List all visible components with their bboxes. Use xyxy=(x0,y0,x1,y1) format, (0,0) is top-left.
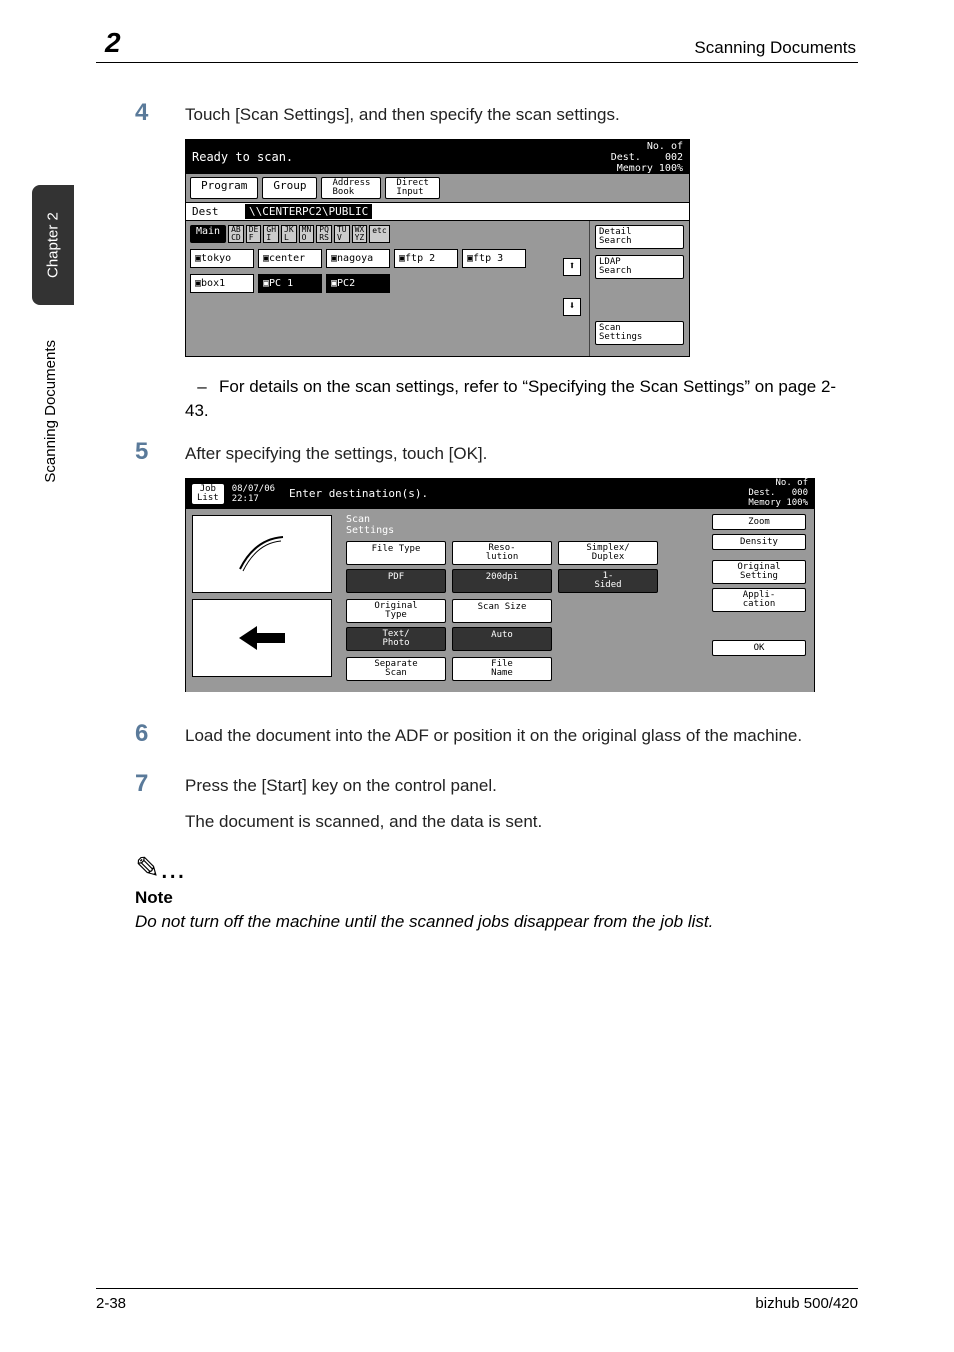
step-5: 5 After specifying the settings, touch [… xyxy=(135,438,855,466)
s2-simplex[interactable]: Simplex/ Duplex xyxy=(558,541,658,565)
s1-down-arrow[interactable]: ⬇ xyxy=(563,298,581,316)
s2-original-setting[interactable]: Original Setting xyxy=(712,560,806,584)
s1-destcount-value: 002 xyxy=(665,152,683,163)
note-text: Do not turn off the machine until the sc… xyxy=(135,910,855,934)
s1-alpha-7[interactable]: WX YZ xyxy=(352,225,368,243)
s1-dest-nagoya[interactable]: ▣nagoya xyxy=(326,249,390,268)
s1-dest-ftp2[interactable]: ▣ftp 2 xyxy=(394,249,458,268)
s2-density[interactable]: Density xyxy=(712,534,806,550)
s1-dest-center[interactable]: ▣center xyxy=(258,249,322,268)
step-5-text: After specifying the settings, touch [OK… xyxy=(185,438,487,466)
s2-pdf: PDF xyxy=(346,569,446,593)
step-6-text: Load the document into the ADF or positi… xyxy=(185,720,802,748)
s1-ready-label: Ready to scan. xyxy=(192,150,293,164)
footer: 2-38 bizhub 500/420 xyxy=(96,1288,858,1312)
s2-textphoto: Text/ Photo xyxy=(346,627,446,651)
s2-original-type[interactable]: Original Type xyxy=(346,599,446,623)
s2-sided: 1- Sided xyxy=(558,569,658,593)
s1-tab-group[interactable]: Group xyxy=(262,177,317,199)
content-area: 4 Touch [Scan Settings], and then specif… xyxy=(135,99,855,934)
s2-joblist[interactable]: Job List xyxy=(192,484,224,504)
s1-tab-address[interactable]: Address Book xyxy=(321,177,381,199)
s1-detail-search[interactable]: Detail Search xyxy=(595,225,684,249)
s2-filename[interactable]: File Name xyxy=(452,657,552,681)
s2-scansize[interactable]: Scan Size xyxy=(452,599,552,623)
side-label-section: Scanning Documents xyxy=(42,340,59,483)
s2-settings-label: Scan Settings xyxy=(346,514,696,536)
step-6: 6 Load the document into the ADF or posi… xyxy=(135,720,855,748)
s1-up-arrow[interactable]: ⬆ xyxy=(563,258,581,276)
header-title: Scanning Documents xyxy=(694,38,856,58)
header-rule xyxy=(96,62,858,63)
s2-separate[interactable]: Separate Scan xyxy=(346,657,446,681)
s1-alpha-5[interactable]: PQ RS xyxy=(316,225,332,243)
s1-alpha-1[interactable]: DE F xyxy=(246,225,262,243)
step-4-number: 4 xyxy=(135,99,185,127)
step-4-subtext: –For details on the scan settings, refer… xyxy=(185,375,855,423)
step-7-text: Press the [Start] key on the control pan… xyxy=(185,770,497,798)
step-6-number: 6 xyxy=(135,720,185,748)
s1-memory: Memory 100% xyxy=(617,163,683,174)
step-7-number: 7 xyxy=(135,770,185,798)
s1-dest-label: Dest xyxy=(192,205,219,218)
s1-tab-program[interactable]: Program xyxy=(190,177,258,199)
screenshot-2: Job List 08/07/06 22:17 Enter destinatio… xyxy=(185,478,815,692)
s2-destcount-value: 000 xyxy=(792,488,808,498)
s1-dest-ftp3[interactable]: ▣ftp 3 xyxy=(462,249,526,268)
s1-ldap-search[interactable]: LDAP Search xyxy=(595,255,684,279)
s2-resolution[interactable]: Reso- lution xyxy=(452,541,552,565)
s1-dest-tokyo[interactable]: ▣tokyo xyxy=(190,249,254,268)
s1-dest-value: \\CENTERPC2\PUBLIC xyxy=(245,204,372,219)
s2-auto: Auto xyxy=(452,627,552,651)
note-icon: ✎... xyxy=(135,851,855,886)
s1-dest-pc1[interactable]: ▣PC 1 xyxy=(258,274,322,293)
s2-preview-1 xyxy=(192,515,332,593)
step-7-result: The document is scanned, and the data is… xyxy=(185,806,855,834)
s1-alpha-2[interactable]: GH I xyxy=(263,225,279,243)
chapter-number: 2 xyxy=(105,27,121,59)
step-5-number: 5 xyxy=(135,438,185,466)
s1-tab-direct[interactable]: Direct Input xyxy=(385,177,440,199)
arrow-left-icon xyxy=(235,623,289,653)
s2-application[interactable]: Appli- cation xyxy=(712,588,806,612)
s1-alpha-6[interactable]: TU V xyxy=(334,225,350,243)
s1-alpha-8[interactable]: etc xyxy=(369,225,389,243)
s1-dest-box1[interactable]: ▣box1 xyxy=(190,274,254,293)
s2-datetime: 08/07/06 22:17 xyxy=(232,484,275,504)
s2-memory: Memory 100% xyxy=(748,498,808,508)
note-heading: Note xyxy=(135,888,855,908)
s1-main-btn[interactable]: Main xyxy=(190,225,226,243)
side-tab-chapter: Chapter 2 xyxy=(32,185,74,305)
s2-filetype[interactable]: File Type xyxy=(346,541,446,565)
s1-dest-pc2[interactable]: ▣PC2 xyxy=(326,274,390,293)
s2-zoom[interactable]: Zoom xyxy=(712,514,806,530)
s2-preview-2 xyxy=(192,599,332,677)
s1-scan-settings[interactable]: Scan Settings xyxy=(595,321,684,345)
footer-product: bizhub 500/420 xyxy=(755,1295,858,1312)
footer-page-number: 2-38 xyxy=(96,1295,126,1312)
step-7: 7 Press the [Start] key on the control p… xyxy=(135,770,855,798)
screenshot-1: Ready to scan. No. of Dest. 002 Memory 1… xyxy=(185,139,690,357)
s1-alpha-0[interactable]: AB CD xyxy=(228,225,244,243)
s2-enter-dest: Enter destination(s). xyxy=(289,487,748,500)
s1-alpha-4[interactable]: MN O xyxy=(299,225,315,243)
step-4: 4 Touch [Scan Settings], and then specif… xyxy=(135,99,855,127)
document-sketch-icon xyxy=(235,529,289,579)
step-4-text: Touch [Scan Settings], and then specify … xyxy=(185,99,620,127)
s2-ok-button[interactable]: OK xyxy=(712,640,806,656)
s2-dpi: 200dpi xyxy=(452,569,552,593)
s1-alpha-3[interactable]: JK L xyxy=(281,225,297,243)
